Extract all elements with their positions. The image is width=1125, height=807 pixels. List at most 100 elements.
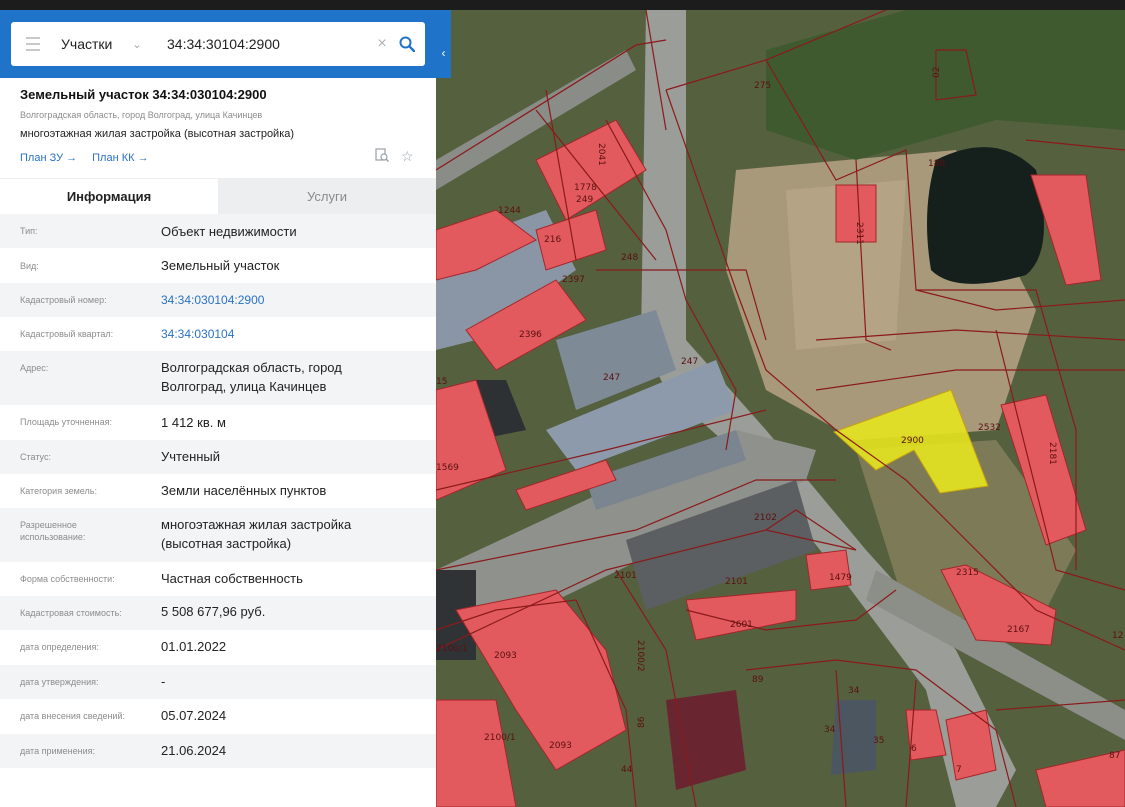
info-row-applied-date: дата применения: 21.06.2024	[0, 734, 436, 768]
svg-text:249: 249	[576, 195, 593, 205]
svg-text:2101: 2101	[725, 577, 748, 587]
svg-text:34: 34	[848, 686, 860, 696]
map-canvas[interactable]: 275 02 189 2311 2041 1778 249 1244 216 2…	[436, 10, 1125, 807]
svg-text:248: 248	[621, 253, 638, 263]
info-row-status: Статус: Учтенный	[0, 440, 436, 474]
search-input[interactable]	[167, 29, 372, 59]
svg-text:2311: 2311	[854, 222, 864, 245]
info-label: дата применения:	[20, 746, 96, 756]
plan-kk-link[interactable]: План КК →	[92, 152, 148, 164]
svg-text:2101: 2101	[614, 571, 637, 581]
svg-text:247: 247	[681, 357, 698, 367]
plan-zu-link[interactable]: План ЗУ →	[20, 152, 77, 164]
info-value: Объект недвижимости	[161, 224, 297, 239]
svg-text:86: 86	[637, 716, 647, 728]
info-row-address: Адрес: Волгоградская область, город Волг…	[0, 351, 436, 405]
tabs: Информация Услуги	[0, 178, 436, 214]
svg-text:2315: 2315	[956, 568, 979, 578]
svg-text:1569: 1569	[436, 463, 459, 473]
svg-text:2093: 2093	[549, 741, 572, 751]
svg-text:2601: 2601	[730, 620, 753, 630]
svg-text:7: 7	[956, 765, 962, 775]
chevron-left-icon[interactable]: ‹	[436, 30, 451, 76]
svg-text:34: 34	[824, 725, 836, 735]
svg-text:6: 6	[911, 744, 917, 754]
info-label: Кадастровый номер:	[20, 295, 107, 305]
chevron-down-icon[interactable]: ⌄	[132, 38, 141, 51]
info-row-entered-date: дата внесения сведений: 05.07.2024	[0, 699, 436, 734]
page-title: Земельный участок 34:34:030104:2900	[20, 87, 267, 102]
info-row-ownership: Форма собственности: Частная собственнос…	[0, 562, 436, 596]
info-value: Волгоградская область, город Волгоград, …	[161, 360, 342, 394]
svg-text:2041: 2041	[596, 143, 606, 166]
tab-services[interactable]: Услуги	[218, 178, 436, 214]
svg-text:2100/1: 2100/1	[436, 644, 468, 654]
info-row-approved-date: дата утверждения: -	[0, 665, 436, 699]
close-icon[interactable]: ×	[372, 35, 392, 53]
info-label: Кадастровый квартал:	[20, 329, 114, 339]
info-value: Земли населённых пунктов	[161, 483, 327, 498]
selected-parcel-label: 2900	[901, 436, 924, 446]
svg-text:2397: 2397	[562, 275, 585, 285]
info-label: Кадастровая стоимость:	[20, 608, 122, 618]
info-label: Разрешенное использование:	[20, 520, 86, 542]
info-row-cadastral-quarter: Кадастровый квартал: 34:34:030104	[0, 317, 436, 351]
info-label: Категория земель:	[20, 486, 97, 496]
plan-links: План ЗУ → План КК →	[20, 152, 149, 164]
layer-select[interactable]: Участки ⌄	[55, 22, 159, 66]
info-label: дата внесения сведений:	[20, 711, 125, 721]
top-black-bar	[0, 0, 1125, 10]
svg-text:2100/2: 2100/2	[635, 640, 645, 672]
search-box: Участки ⌄ ×	[11, 22, 425, 66]
info-row-area: Площадь уточненная: 1 412 кв. м	[0, 405, 436, 440]
svg-text:2181: 2181	[1047, 442, 1057, 465]
info-row-kind: Вид: Земельный участок	[0, 248, 436, 283]
info-label: Вид:	[20, 261, 39, 271]
document-search-icon[interactable]	[375, 148, 389, 165]
svg-text:12: 12	[1112, 631, 1123, 641]
tab-info[interactable]: Информация	[0, 178, 218, 214]
header-actions: ☆	[375, 148, 414, 165]
svg-text:87: 87	[1109, 751, 1120, 761]
svg-text:1479: 1479	[829, 573, 852, 583]
search-bar: Участки ⌄ ×	[0, 10, 451, 78]
info-row-type: Тип: Объект недвижимости	[0, 214, 436, 248]
info-label: Тип:	[20, 226, 38, 236]
info-value: 05.07.2024	[161, 708, 227, 723]
svg-text:2532: 2532	[978, 423, 1001, 433]
info-value: -	[161, 674, 166, 689]
map-view[interactable]: 275 02 189 2311 2041 1778 249 1244 216 2…	[436, 10, 1125, 807]
svg-text:2396: 2396	[519, 330, 542, 340]
svg-text:1244: 1244	[498, 206, 521, 216]
svg-text:275: 275	[754, 81, 771, 91]
search-icon[interactable]	[392, 22, 422, 66]
info-label: Форма собственности:	[20, 574, 115, 584]
cadastral-quarter-link[interactable]: 34:34:030104	[161, 317, 436, 351]
info-value: Земельный участок	[161, 258, 280, 273]
info-panel: Участки ⌄ × ‹ Земельный участок 34:34:03…	[0, 10, 451, 807]
svg-text:44: 44	[621, 765, 633, 775]
svg-text:2093: 2093	[494, 651, 517, 661]
svg-text:02: 02	[932, 67, 942, 78]
star-icon[interactable]: ☆	[401, 148, 414, 165]
info-label: Площадь уточненная:	[20, 417, 112, 427]
info-row-cadastral-number: Кадастровый номер: 34:34:030104:2900	[0, 283, 436, 317]
info-label: Статус:	[20, 452, 51, 462]
hamburger-icon[interactable]	[11, 22, 55, 66]
svg-text:1778: 1778	[574, 183, 597, 193]
svg-text:216: 216	[544, 235, 561, 245]
info-value: 5 508 677,96 руб.	[161, 604, 266, 619]
info-table: Тип: Объект недвижимости Вид: Земельный …	[0, 214, 436, 768]
svg-text:189: 189	[928, 159, 945, 169]
svg-text:35: 35	[873, 736, 884, 746]
svg-text:89: 89	[752, 675, 764, 685]
info-row-determined-date: дата определения: 01.01.2022	[0, 630, 436, 665]
svg-text:2102: 2102	[754, 513, 777, 523]
header-use: многоэтажная жилая застройка (высотная з…	[20, 128, 295, 140]
svg-text:15: 15	[436, 377, 447, 387]
info-label: Адрес:	[20, 363, 49, 373]
info-value: 1 412 кв. м	[161, 415, 226, 430]
svg-text:2100/1: 2100/1	[484, 733, 516, 743]
cadastral-number-link[interactable]: 34:34:030104:2900	[161, 283, 436, 317]
info-row-permitted-use: Разрешенное использование: многоэтажная …	[0, 508, 436, 562]
